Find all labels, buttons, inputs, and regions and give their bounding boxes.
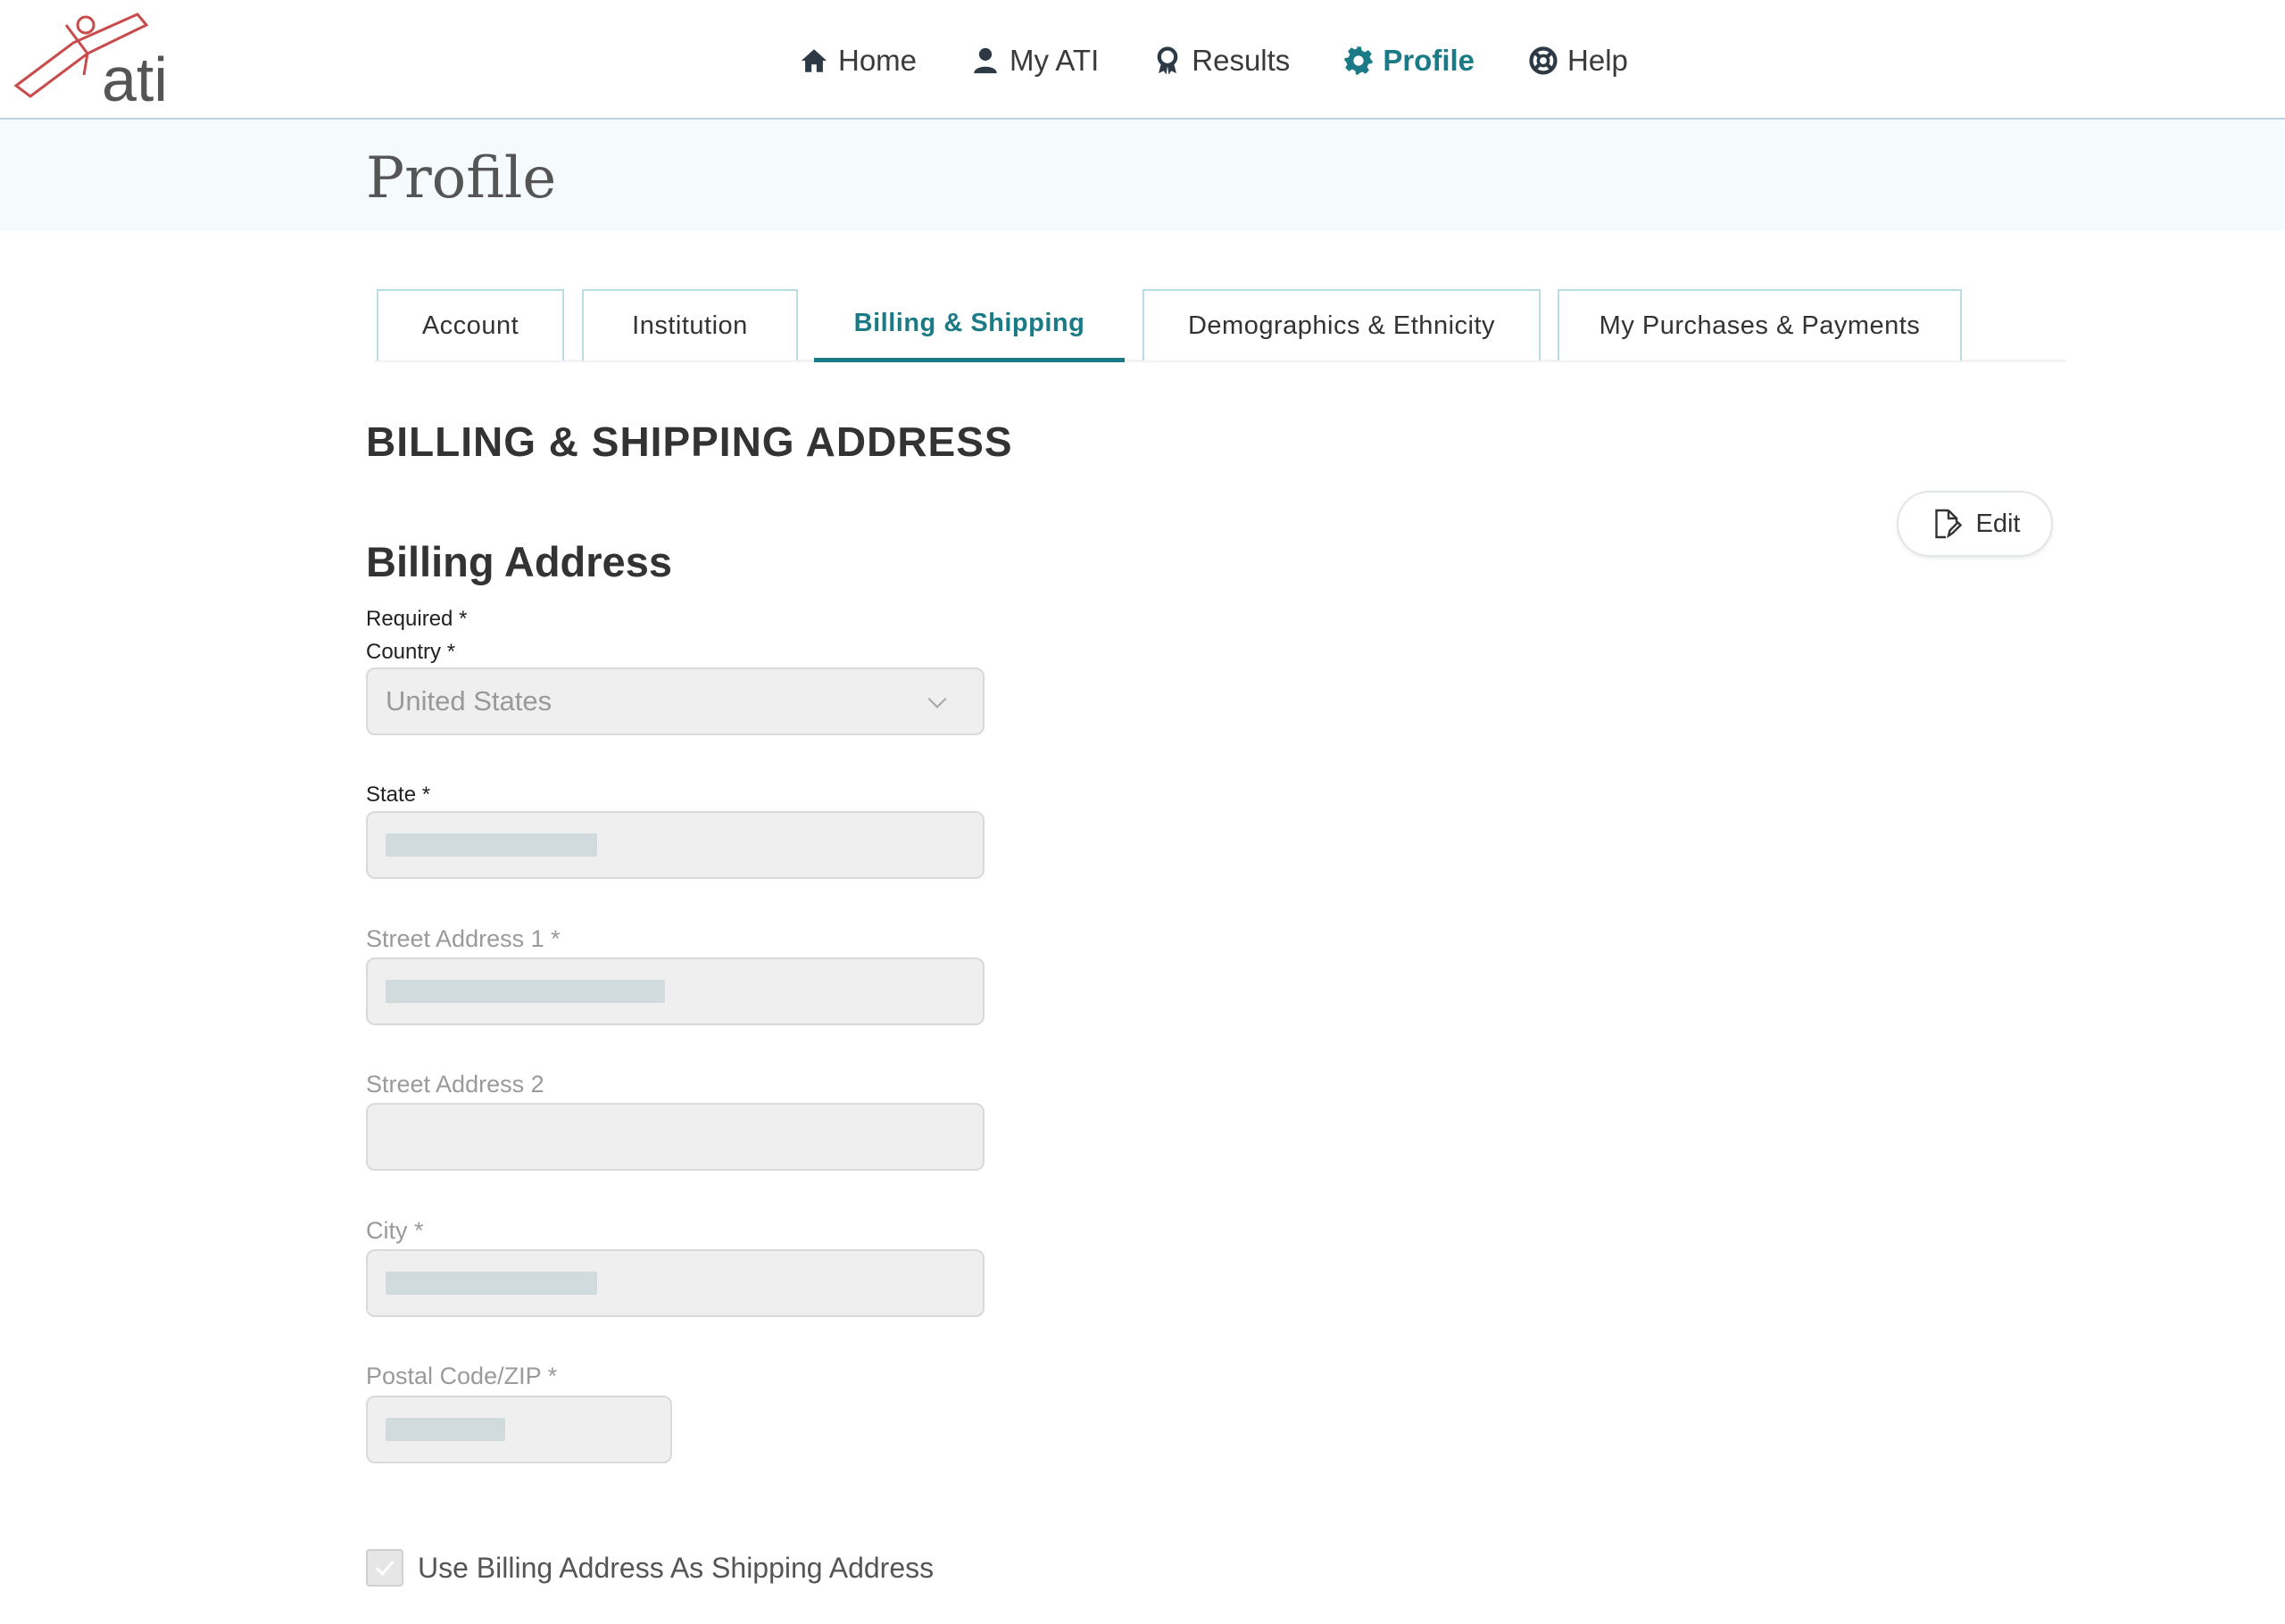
zip-label: Postal Code/ZIP *: [366, 1363, 558, 1389]
nav-profile[interactable]: Profile: [1343, 44, 1475, 78]
street1-field[interactable]: [366, 957, 985, 1025]
top-header: ati Home My ATI Results Profile Help: [0, 0, 2285, 120]
nav-help-label: Help: [1567, 44, 1628, 77]
shipping-same-label: Use Billing Address As Shipping Address: [418, 1551, 935, 1584]
street1-label: Street Address 1 *: [366, 925, 561, 952]
edit-button[interactable]: Edit: [1897, 491, 2053, 557]
tab-purchases-payments[interactable]: My Purchases & Payments: [1558, 289, 1962, 360]
user-icon: [974, 47, 997, 74]
section-heading: BILLING & SHIPPING ADDRESS: [366, 418, 1013, 465]
gear-icon: [1344, 46, 1373, 75]
lifebuoy-icon: [1529, 46, 1558, 75]
tab-institution[interactable]: Institution: [582, 289, 798, 360]
chevron-down-icon: [927, 697, 947, 708]
redacted-value: [386, 833, 597, 857]
tab-billing-shipping[interactable]: Billing & Shipping: [814, 289, 1125, 362]
check-icon: [375, 1561, 395, 1577]
nav-profile-label: Profile: [1383, 44, 1475, 77]
city-label: City *: [366, 1217, 424, 1244]
tab-account[interactable]: Account: [377, 289, 564, 360]
shipping-same-checkbox[interactable]: [366, 1549, 403, 1587]
page-title: Profile: [366, 145, 557, 211]
city-field[interactable]: [366, 1249, 985, 1317]
edit-button-label: Edit: [1975, 509, 2021, 538]
main-nav: Home My ATI Results Profile Help: [799, 34, 1682, 87]
state-field[interactable]: [366, 811, 985, 879]
ati-logo[interactable]: ati: [12, 7, 191, 107]
nav-my-ati-label: My ATI: [1010, 44, 1100, 77]
nav-home[interactable]: Home: [799, 44, 917, 78]
nav-results[interactable]: Results: [1152, 44, 1290, 78]
tab-demographics[interactable]: Demographics & Ethnicity: [1142, 289, 1541, 360]
redacted-value: [386, 1272, 597, 1295]
country-select[interactable]: United States: [366, 667, 985, 735]
country-value: United States: [386, 685, 553, 717]
redacted-value: [386, 980, 665, 1003]
edit-icon: [1934, 509, 1962, 539]
country-label: Country *: [366, 640, 456, 664]
shipping-same-row: Use Billing Address As Shipping Address: [366, 1549, 934, 1587]
profile-tabs: Account Institution Billing & Shipping D…: [375, 287, 2066, 362]
title-band: Profile: [0, 120, 2285, 230]
nav-help[interactable]: Help: [1528, 44, 1628, 78]
required-note: Required *: [366, 607, 468, 631]
zip-field[interactable]: [366, 1396, 672, 1463]
redacted-value: [386, 1418, 505, 1441]
street2-field[interactable]: [366, 1103, 985, 1171]
nav-home-label: Home: [838, 44, 918, 77]
nav-results-label: Results: [1192, 44, 1291, 77]
street2-label: Street Address 2: [366, 1071, 544, 1098]
nav-my-ati[interactable]: My ATI: [970, 44, 1099, 78]
award-icon: [1157, 46, 1178, 75]
state-label: State *: [366, 783, 431, 807]
home-icon: [801, 49, 827, 72]
logo-text: ati: [102, 45, 168, 107]
billing-address-heading: Billing Address: [366, 538, 672, 585]
